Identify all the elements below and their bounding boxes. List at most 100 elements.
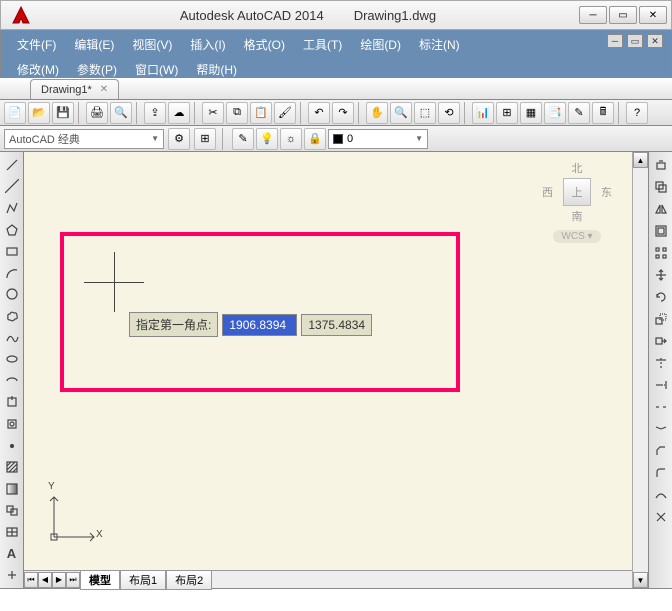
extend-icon[interactable] bbox=[650, 374, 672, 396]
region-icon[interactable] bbox=[1, 500, 23, 522]
copy-icon[interactable]: ⧉ bbox=[226, 102, 248, 124]
zoom-window-icon[interactable]: ⬚ bbox=[414, 102, 436, 124]
paste-icon[interactable]: 📋 bbox=[250, 102, 272, 124]
viewcube-south[interactable]: 南 bbox=[542, 208, 612, 224]
mdi-close-button[interactable]: ✕ bbox=[647, 34, 663, 48]
minimize-button[interactable]: ─ bbox=[579, 6, 607, 24]
layer-sun-icon[interactable]: ☼ bbox=[280, 128, 302, 150]
addselected-icon[interactable] bbox=[1, 564, 23, 586]
xline-icon[interactable] bbox=[1, 176, 23, 198]
menu-file[interactable]: 文件(F) bbox=[9, 34, 64, 55]
zoom-prev-icon[interactable]: ⟲ bbox=[438, 102, 460, 124]
menu-edit[interactable]: 编辑(E) bbox=[66, 34, 122, 55]
circle-icon[interactable] bbox=[1, 284, 23, 306]
menu-help[interactable]: 帮助(H) bbox=[188, 59, 245, 80]
drawing-canvas[interactable]: 北 西 上 东 南 WCS ▾ 指定第一角点: 1906.8394 1375.4… bbox=[24, 152, 632, 570]
make-block-icon[interactable] bbox=[1, 413, 23, 435]
fillet-icon[interactable] bbox=[650, 462, 672, 484]
redo-icon[interactable]: ↷ bbox=[332, 102, 354, 124]
rectangle-icon[interactable] bbox=[1, 240, 23, 262]
preview-icon[interactable]: 🔍 bbox=[110, 102, 132, 124]
polyline-icon[interactable] bbox=[1, 197, 23, 219]
menu-view[interactable]: 视图(V) bbox=[124, 34, 180, 55]
menu-tools[interactable]: 工具(T) bbox=[295, 34, 350, 55]
array-icon[interactable] bbox=[650, 242, 672, 264]
layer-bulb-icon[interactable]: 💡 bbox=[256, 128, 278, 150]
copy-obj-icon[interactable] bbox=[650, 176, 672, 198]
arc-icon[interactable] bbox=[1, 262, 23, 284]
tab-prev-icon[interactable]: ◀ bbox=[38, 572, 52, 588]
menu-draw[interactable]: 绘图(D) bbox=[352, 34, 409, 55]
menu-modify[interactable]: 修改(M) bbox=[9, 59, 67, 80]
scale-icon[interactable] bbox=[650, 308, 672, 330]
calc-icon[interactable]: 🖩 bbox=[592, 102, 614, 124]
properties-icon[interactable]: 📊 bbox=[472, 102, 494, 124]
zoom-icon[interactable]: 🔍 bbox=[390, 102, 412, 124]
scroll-track[interactable] bbox=[633, 168, 648, 572]
tab-model[interactable]: 模型 bbox=[80, 570, 120, 590]
tab-next-icon[interactable]: ▶ bbox=[52, 572, 66, 588]
close-button[interactable]: ✕ bbox=[639, 6, 667, 24]
y-coordinate-input[interactable]: 1375.4834 bbox=[301, 314, 372, 336]
open-icon[interactable]: 📂 bbox=[28, 102, 50, 124]
insert-block-icon[interactable] bbox=[1, 392, 23, 414]
viewcube-top[interactable]: 上 bbox=[563, 178, 591, 206]
scroll-down-icon[interactable]: ▼ bbox=[633, 572, 648, 588]
mirror-icon[interactable] bbox=[650, 198, 672, 220]
viewcube-north[interactable]: 北 bbox=[542, 160, 612, 176]
line-icon[interactable] bbox=[1, 154, 23, 176]
document-tab[interactable]: Drawing1* ✕ bbox=[30, 79, 119, 99]
close-icon[interactable]: ✕ bbox=[100, 84, 108, 95]
scroll-up-icon[interactable]: ▲ bbox=[633, 152, 648, 168]
app-logo-icon[interactable] bbox=[5, 3, 37, 27]
menu-parametric[interactable]: 参数(P) bbox=[69, 59, 125, 80]
cloud-icon[interactable]: ☁ bbox=[168, 102, 190, 124]
mdi-restore-button[interactable]: ▭ bbox=[627, 34, 643, 48]
layer-lock-icon[interactable]: 🔒 bbox=[304, 128, 326, 150]
viewcube-east[interactable]: 东 bbox=[601, 184, 612, 200]
designcenter-icon[interactable]: ⊞ bbox=[496, 102, 518, 124]
explode-icon[interactable] bbox=[650, 506, 672, 528]
gradient-icon[interactable] bbox=[1, 478, 23, 500]
print-icon[interactable]: 🖨 bbox=[86, 102, 108, 124]
join-icon[interactable] bbox=[650, 418, 672, 440]
offset-icon[interactable] bbox=[650, 220, 672, 242]
hatch-icon[interactable] bbox=[1, 456, 23, 478]
markup-icon[interactable]: ✎ bbox=[568, 102, 590, 124]
stretch-icon[interactable] bbox=[650, 330, 672, 352]
ellipse-arc-icon[interactable] bbox=[1, 370, 23, 392]
match-icon[interactable]: 🖌 bbox=[274, 102, 296, 124]
pan-icon[interactable]: ✋ bbox=[366, 102, 388, 124]
help-icon[interactable]: ? bbox=[626, 102, 648, 124]
layer-manager-icon[interactable]: ✎ bbox=[232, 128, 254, 150]
mdi-minimize-button[interactable]: ─ bbox=[607, 34, 623, 48]
x-coordinate-input[interactable]: 1906.8394 bbox=[222, 314, 297, 336]
wcs-dropdown[interactable]: WCS ▾ bbox=[553, 230, 600, 243]
menu-format[interactable]: 格式(O) bbox=[236, 34, 293, 55]
ellipse-icon[interactable] bbox=[1, 348, 23, 370]
tab-layout1[interactable]: 布局1 bbox=[120, 570, 166, 590]
scrollbar-vertical[interactable]: ▲ ▼ bbox=[632, 152, 648, 588]
chamfer-icon[interactable] bbox=[650, 440, 672, 462]
polygon-icon[interactable] bbox=[1, 219, 23, 241]
publish-icon[interactable]: ⇪ bbox=[144, 102, 166, 124]
undo-icon[interactable]: ↶ bbox=[308, 102, 330, 124]
workspace-settings-icon[interactable]: ⚙ bbox=[168, 128, 190, 150]
workspace-swmy-icon[interactable]: ⊞ bbox=[194, 128, 216, 150]
menu-dimension[interactable]: 标注(N) bbox=[411, 34, 468, 55]
tab-first-icon[interactable]: ⏮ bbox=[24, 572, 38, 588]
menu-window[interactable]: 窗口(W) bbox=[127, 59, 186, 80]
toolpalettes-icon[interactable]: ▦ bbox=[520, 102, 542, 124]
tab-layout2[interactable]: 布局2 bbox=[166, 570, 212, 590]
workspace-dropdown[interactable]: AutoCAD 经典 ▼ bbox=[4, 129, 164, 149]
rotate-icon[interactable] bbox=[650, 286, 672, 308]
trim-icon[interactable] bbox=[650, 352, 672, 374]
text-icon[interactable]: A bbox=[1, 543, 23, 565]
move-icon[interactable] bbox=[650, 264, 672, 286]
save-icon[interactable]: 💾 bbox=[52, 102, 74, 124]
cut-icon[interactable]: ✂ bbox=[202, 102, 224, 124]
table-icon[interactable] bbox=[1, 521, 23, 543]
tab-last-icon[interactable]: ⏭ bbox=[66, 572, 80, 588]
viewcube-west[interactable]: 西 bbox=[542, 184, 553, 200]
viewcube[interactable]: 北 西 上 东 南 WCS ▾ bbox=[542, 160, 612, 243]
